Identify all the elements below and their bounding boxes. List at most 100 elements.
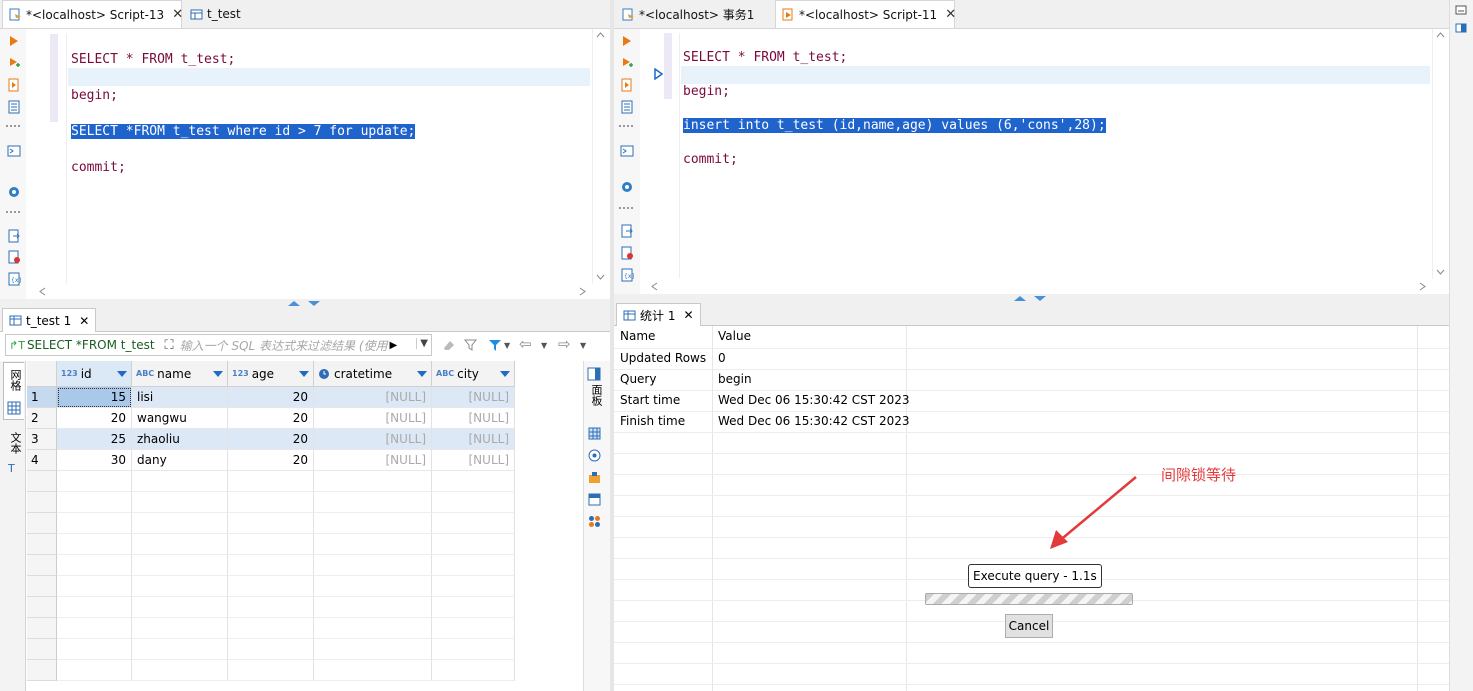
row-number[interactable]: 2 xyxy=(27,408,57,429)
tab-script-11[interactable]: *<localhost> Script-11 ✕ xyxy=(775,0,956,28)
tab-close-icon[interactable]: ✕ xyxy=(79,314,89,328)
scroll-left-icon[interactable] xyxy=(39,287,46,296)
new-script-icon[interactable] xyxy=(7,250,21,264)
side-tab-grid[interactable]: 网格 xyxy=(3,362,24,420)
tab-transaction-1[interactable]: *<localhost> 事务1 xyxy=(616,0,760,28)
filter-settings-icon[interactable] xyxy=(463,337,479,353)
restore-icon[interactable] xyxy=(1455,23,1467,33)
right-editor-hscrollbar[interactable] xyxy=(651,279,1432,293)
forward-arrow-icon[interactable]: ⇨ xyxy=(558,335,571,353)
execute-statement-icon[interactable] xyxy=(7,34,21,48)
row-number[interactable] xyxy=(27,534,57,555)
grid-cell-age[interactable]: 20 xyxy=(228,450,314,471)
panels-toggle[interactable]: 面板 xyxy=(587,367,605,415)
scroll-right-icon[interactable] xyxy=(579,287,586,296)
grid-cell-name[interactable] xyxy=(132,492,228,513)
splitter-arrows-icon[interactable] xyxy=(288,300,322,307)
sort-icon[interactable] xyxy=(213,371,223,377)
tab-results-t-test-1[interactable]: t_test 1 ✕ xyxy=(2,308,97,332)
load-script-icon[interactable]: {x} xyxy=(620,268,634,282)
sort-icon[interactable] xyxy=(117,371,127,377)
tab-t-test[interactable]: t_test xyxy=(184,0,247,28)
row-number[interactable] xyxy=(27,513,57,534)
grid-cell-name[interactable] xyxy=(132,555,228,576)
minimize-icon[interactable] xyxy=(1455,5,1467,15)
settings-gear-icon[interactable] xyxy=(620,180,634,194)
execute-statement-icon[interactable] xyxy=(620,34,634,48)
grid-cell-cratetime[interactable] xyxy=(314,513,432,534)
splitter-arrows-icon[interactable] xyxy=(1014,295,1048,302)
grid-cell-cratetime[interactable] xyxy=(314,597,432,618)
tab-close-icon[interactable]: ✕ xyxy=(683,308,693,322)
columns-icon[interactable] xyxy=(588,493,601,506)
side-tab-text[interactable]: 文本 T xyxy=(3,428,24,478)
grid-cell-age[interactable] xyxy=(228,513,314,534)
row-number[interactable]: 4 xyxy=(27,450,57,471)
grid-cell-age[interactable]: 20 xyxy=(228,429,314,450)
grid-cell-id[interactable] xyxy=(57,618,132,639)
calc-icon[interactable] xyxy=(588,471,601,484)
grid-cell-id[interactable] xyxy=(57,513,132,534)
tab-script-13[interactable]: *<localhost> Script-13 ✕ xyxy=(2,0,183,28)
grid-cell-cratetime[interactable] xyxy=(314,471,432,492)
explain-plan-icon[interactable] xyxy=(620,100,634,114)
new-script-icon[interactable] xyxy=(620,246,634,260)
row-number[interactable] xyxy=(27,597,57,618)
scroll-up-icon[interactable] xyxy=(596,32,605,38)
column-header-name[interactable]: ABC name xyxy=(132,361,228,387)
left-editor-hscrollbar[interactable] xyxy=(39,284,592,298)
grid-cell-name[interactable]: wangwu xyxy=(132,408,228,429)
grid-cell-city[interactable] xyxy=(432,639,515,660)
filter-dropdown-icon[interactable]: ▼ xyxy=(416,338,428,349)
grid-cell-name[interactable] xyxy=(132,639,228,660)
sort-icon[interactable] xyxy=(500,371,510,377)
grid-cell-id[interactable] xyxy=(57,471,132,492)
filter-icon[interactable] xyxy=(487,337,503,353)
grid-cell-name[interactable] xyxy=(132,576,228,597)
row-number[interactable] xyxy=(27,660,57,681)
grid-cell-cratetime[interactable]: [NULL] xyxy=(314,450,432,471)
sort-icon[interactable] xyxy=(299,371,309,377)
back-arrow-icon[interactable]: ⇦ xyxy=(519,335,532,353)
row-number[interactable] xyxy=(27,492,57,513)
grid-cell-name[interactable]: zhaoliu xyxy=(132,429,228,450)
column-header-id[interactable]: 123 id xyxy=(57,361,132,387)
grid-cell-age[interactable] xyxy=(228,660,314,681)
grid-layout-icon[interactable] xyxy=(588,427,601,440)
sort-icon[interactable] xyxy=(417,371,427,377)
grid-cell-id[interactable]: 15 xyxy=(57,387,132,408)
grid-cell-name[interactable]: dany xyxy=(132,450,228,471)
left-editor-vscrollbar[interactable] xyxy=(592,29,606,284)
grid-cell-age[interactable] xyxy=(228,471,314,492)
scroll-up-icon[interactable] xyxy=(1436,32,1445,38)
column-header-age[interactable]: 123 age xyxy=(228,361,314,387)
filter-options-chevron-icon[interactable]: ▼ xyxy=(504,341,510,350)
row-number[interactable]: 3 xyxy=(27,429,57,450)
column-header-city[interactable]: ABC city xyxy=(432,361,515,387)
grid-cell-age[interactable] xyxy=(228,597,314,618)
grid-cell-id[interactable]: 25 xyxy=(57,429,132,450)
grid-cell-city[interactable]: [NULL] xyxy=(432,429,515,450)
cancel-button[interactable]: Cancel xyxy=(1005,614,1053,638)
tab-close-icon[interactable]: ✕ xyxy=(172,7,183,22)
terminal-icon[interactable] xyxy=(620,144,634,158)
grid-cell-id[interactable]: 20 xyxy=(57,408,132,429)
grid-cell-age[interactable] xyxy=(228,576,314,597)
grid-cell-id[interactable] xyxy=(57,660,132,681)
tab-close-icon[interactable]: ✕ xyxy=(945,7,956,22)
filter-history-icon[interactable]: ▶ xyxy=(390,340,398,351)
terminal-icon[interactable] xyxy=(7,144,21,158)
grid-cell-city[interactable] xyxy=(432,597,515,618)
grid-cell-name[interactable] xyxy=(132,660,228,681)
grid-cell-age[interactable]: 20 xyxy=(228,387,314,408)
scroll-left-icon[interactable] xyxy=(651,282,658,291)
right-editor-code[interactable]: SELECT * FROM t_test; begin; insert into… xyxy=(683,32,1106,185)
row-number[interactable] xyxy=(27,555,57,576)
forward-dropdown-icon[interactable]: ▼ xyxy=(580,341,586,350)
grid-cell-age[interactable] xyxy=(228,492,314,513)
grid-cell-age[interactable] xyxy=(228,639,314,660)
row-number[interactable]: 1 xyxy=(27,387,57,408)
expand-icon[interactable]: ⛶ xyxy=(165,338,174,353)
explain-plan-icon[interactable] xyxy=(7,100,21,114)
execute-script-icon[interactable] xyxy=(620,78,634,92)
